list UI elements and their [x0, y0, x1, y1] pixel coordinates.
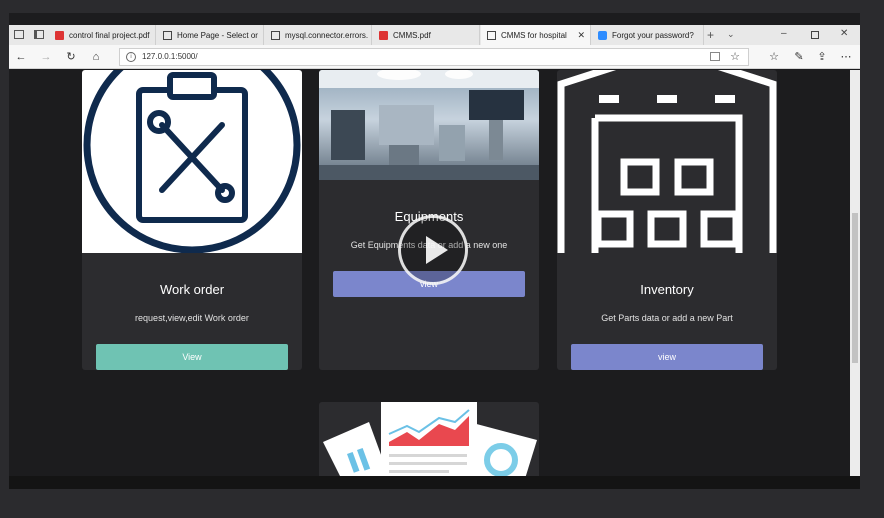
tab-mysql-errors[interactable]: mysql.connector.errors. — [265, 25, 372, 45]
warehouse-icon — [557, 70, 777, 253]
card-equipments: Equipments Get Equipments data or add a … — [319, 70, 539, 370]
back-arrow-icon[interactable]: ← — [14, 50, 28, 64]
inventory-image — [557, 70, 777, 253]
tab-label: control final project.pdf — [69, 30, 150, 40]
minimize-icon[interactable]: – — [781, 28, 787, 39]
pdf-icon — [55, 30, 64, 40]
tab-label: CMMS for hospital — [501, 30, 567, 40]
reading-view-icon[interactable] — [710, 52, 720, 61]
tab-label: Forgot your password? — [612, 30, 694, 40]
tab-actions-icon[interactable] — [14, 30, 24, 39]
tab-cmms-hospital[interactable]: CMMS for hospital ✕ — [481, 25, 591, 45]
page-icon — [487, 30, 496, 40]
meeting-icon — [598, 30, 607, 40]
work-order-view-button[interactable]: View — [96, 344, 288, 370]
page-content: Work order request,view,edit Work order … — [9, 70, 850, 476]
card-description: Get Parts data or add a new Part — [601, 313, 733, 323]
card-reports — [319, 402, 539, 476]
card-description: request,view,edit Work order — [135, 313, 249, 323]
home-icon[interactable]: ⌂ — [89, 50, 103, 64]
refresh-icon[interactable]: ↻ — [64, 50, 78, 64]
browser-window: control final project.pdf Home Page - Se… — [9, 13, 860, 489]
forward-arrow-icon[interactable]: → — [39, 50, 53, 64]
card-title: Work order — [159, 282, 225, 297]
play-video-icon[interactable] — [398, 215, 468, 285]
tab-label: mysql.connector.errors. — [285, 30, 369, 40]
chevron-down-icon[interactable]: ⌄ — [727, 29, 735, 40]
tab-bar: control final project.pdf Home Page - Se… — [9, 25, 860, 45]
set-aside-tabs-icon[interactable] — [34, 30, 44, 39]
tab-cmms-pdf[interactable]: CMMS.pdf — [373, 25, 480, 45]
new-tab-icon[interactable]: + — [707, 28, 714, 42]
tab-control-final-project[interactable]: control final project.pdf — [49, 25, 156, 45]
close-tab-icon[interactable]: ✕ — [577, 30, 585, 41]
pdf-icon — [379, 30, 388, 40]
card-work-order: Work order request,view,edit Work order … — [82, 70, 302, 370]
card-title: Inventory — [640, 282, 694, 297]
close-window-icon[interactable]: ✕ — [840, 28, 848, 39]
address-bar: ← → ↻ ⌂ i 127.0.0.1:5000/ ☆ ☆ ✎ ⇪ ⋯ — [9, 45, 860, 69]
tab-label: CMMS.pdf — [393, 30, 431, 40]
page-icon — [271, 30, 280, 40]
tab-home-page[interactable]: Home Page - Select or — [157, 25, 264, 45]
favorite-star-icon[interactable]: ☆ — [730, 49, 740, 65]
maximize-icon[interactable] — [811, 31, 819, 39]
work-order-image — [82, 70, 302, 253]
tab-label: Home Page - Select or — [177, 30, 258, 40]
page-icon — [163, 30, 172, 40]
url-text: 127.0.0.1:5000/ — [142, 52, 198, 61]
more-icon[interactable]: ⋯ — [839, 50, 853, 64]
share-icon[interactable]: ⇪ — [815, 50, 829, 64]
equipment-photo — [319, 70, 539, 180]
clipboard-tools-icon — [83, 70, 301, 253]
pen-icon[interactable]: ✎ — [792, 50, 806, 64]
inventory-view-button[interactable]: view — [571, 344, 763, 370]
card-inventory: Inventory Get Parts data or add a new Pa… — [557, 70, 777, 370]
report-charts-image — [323, 402, 537, 476]
window-bottom-edge — [9, 476, 860, 489]
vertical-scrollbar[interactable] — [850, 70, 860, 476]
info-icon: i — [126, 52, 136, 62]
url-field[interactable]: i 127.0.0.1:5000/ ☆ — [119, 48, 749, 66]
favorites-list-icon[interactable]: ☆ — [767, 50, 781, 64]
scrollbar-thumb[interactable] — [852, 213, 858, 363]
tab-forgot-password[interactable]: Forgot your password? — [592, 25, 704, 45]
